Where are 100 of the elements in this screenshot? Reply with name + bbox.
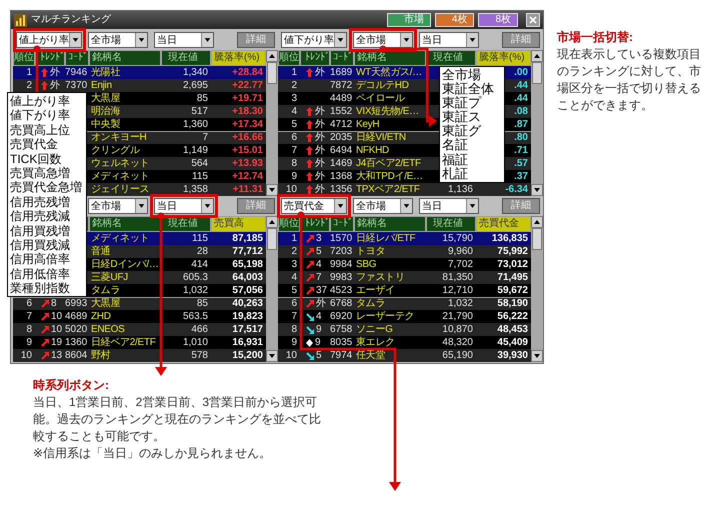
table-cell: 三菱UFJ	[91, 272, 128, 283]
column-header: 騰落率(%)	[479, 52, 525, 63]
table-row[interactable]: 10 外 1356 TPXベア2/ETF 1,136 -6.34	[278, 183, 531, 196]
trend-label: 9	[315, 336, 321, 349]
table-cell: 5020	[65, 324, 88, 335]
dropdown[interactable]: 当日	[419, 32, 479, 48]
caret-icon	[466, 199, 478, 213]
scrollbar-thumb[interactable]	[267, 228, 277, 250]
dropdown[interactable]: 値上がり率	[16, 32, 82, 48]
scrollbar[interactable]	[531, 50, 543, 196]
table-cell: 4523	[330, 285, 352, 296]
table-cell: 87,185	[232, 233, 263, 244]
chart-icon	[14, 14, 27, 26]
dropdown[interactable]: 当日	[154, 198, 214, 214]
table-cell: 48,320	[442, 337, 473, 348]
dropdown[interactable]: 当日	[419, 198, 479, 214]
table-row[interactable]: 2 5 7203 トヨタ 9,960 75,992	[278, 245, 531, 258]
table-row[interactable]: 8 10 5020 ENEOS 466 17,517	[13, 323, 266, 336]
table-cell: .87	[514, 119, 528, 130]
table-row[interactable]: 10 5 7974 任天堂 65,190 39,930	[278, 349, 531, 362]
table-cell: 77,712	[232, 246, 263, 257]
dropdown[interactable]: 全市場	[353, 198, 413, 214]
table-row[interactable]: 2 外 7370 Enjin 2,695 +22.77	[13, 79, 266, 92]
table-row[interactable]: 6 外 6768 タムラ 1,032 58,190	[278, 297, 531, 310]
column-header: 順位	[279, 218, 299, 229]
trend-label: 10	[51, 310, 62, 323]
column-header: ﾄﾚﾝﾄﾞ	[40, 52, 65, 63]
dropdown[interactable]: 全市場	[88, 198, 148, 214]
column-header: ｺｰﾄﾞ	[333, 218, 353, 229]
scroll-down-icon	[533, 352, 541, 360]
dropdown[interactable]: 当日	[154, 32, 214, 48]
note-title: 市場一括切替:	[557, 29, 634, 46]
table-row[interactable]: 6 8 6993 大黒屋 85 40,263	[13, 297, 266, 310]
scrollbar[interactable]	[266, 50, 278, 196]
table-cell: 1,340	[182, 67, 208, 78]
table-cell: 21,790	[442, 311, 473, 322]
table-row[interactable]: 10 13 8604 野村 578 15,200	[13, 349, 266, 362]
trend-label: 19	[51, 336, 62, 349]
trend-label: 外	[50, 66, 60, 79]
table-cell: 28	[196, 246, 208, 257]
menu-item[interactable]: 信用売残減	[10, 209, 84, 224]
table-cell: 8	[291, 158, 297, 169]
table-row[interactable]: 8 9 6758 ソニーG 10,870 48,453	[278, 323, 531, 336]
scroll-down-icon	[533, 186, 541, 194]
table-cell: 75,992	[497, 246, 528, 257]
menu-item[interactable]: 信用売残増	[10, 194, 84, 210]
close-icon	[529, 16, 537, 24]
menu-item[interactable]: 売買代金急増	[10, 180, 84, 195]
scrollbar-thumb[interactable]	[267, 62, 277, 84]
table-cell: 2,695	[182, 80, 208, 91]
dropdown[interactable]: 値下がり率	[281, 32, 347, 48]
note-text: 当日、1営業日前、2営業日前、3営業日前から選択可能。過去のランキングと現在のランキングを並べて比較することも可能です。	[33, 394, 322, 445]
scroll-down-icon	[268, 352, 276, 360]
scrollbar[interactable]	[266, 216, 278, 362]
caret-icon	[334, 199, 346, 213]
table-cell: KeyH	[356, 119, 380, 130]
table-cell: .44	[514, 80, 528, 91]
table-cell: 58,190	[497, 298, 528, 309]
table-cell: 任天堂	[356, 350, 386, 361]
caret-icon	[201, 199, 213, 213]
table-cell: +18.30	[232, 106, 263, 117]
dropdown[interactable]: 全市場	[353, 32, 413, 48]
trend-label: 13	[51, 349, 62, 362]
scrollbar-thumb[interactable]	[532, 62, 542, 84]
menu-item[interactable]: 業種別指数	[10, 281, 84, 296]
table-cell: 7	[26, 311, 32, 322]
window-button[interactable]: 8枚	[478, 13, 518, 27]
table-cell: 6758	[330, 324, 352, 335]
scrollbar-thumb[interactable]	[532, 228, 542, 250]
table-cell: 15,790	[442, 233, 473, 244]
note-text: 現在表示している複数項目のランキングに対して、市場区分を一括で切り替えることができます。	[557, 46, 702, 114]
close-button[interactable]	[526, 13, 540, 27]
table-cell: デコルテHD	[356, 80, 409, 91]
table-cell: エーザイ	[356, 285, 395, 296]
table-cell: 56,222	[497, 311, 528, 322]
table-cell: 6	[26, 298, 32, 309]
table-cell: 1356	[330, 184, 352, 195]
column-header: ﾄﾚﾝﾄﾞ	[305, 218, 330, 229]
window-button[interactable]: 市場	[386, 13, 431, 27]
table-cell: 115	[192, 233, 208, 244]
table-row[interactable]: 1 外 7946 光陽社 1,340 +28.84	[13, 66, 266, 79]
column-header: 銘柄名	[92, 218, 122, 229]
scrollbar[interactable]	[531, 216, 543, 362]
trend-label: 外	[315, 183, 325, 196]
dropdown[interactable]: 全市場	[88, 32, 148, 48]
table-cell: 7	[291, 311, 297, 322]
table-row[interactable]: 1 3 1570 日経レバ/ETF 15,790 136,835	[278, 232, 531, 245]
table-cell: 野村	[91, 350, 110, 361]
dropdown[interactable]: 売買代金	[281, 198, 347, 214]
column-header: 現在値	[433, 52, 463, 63]
table-cell: 9,960	[448, 246, 473, 257]
table-cell: 85	[196, 298, 208, 309]
table-cell: 40,263	[232, 298, 263, 309]
table-cell: 115	[192, 171, 208, 182]
table-cell: 10	[286, 184, 297, 195]
table-cell: タムラ	[356, 298, 386, 309]
table-cell: .00	[514, 67, 528, 78]
table-row[interactable]: 4 7 9983 ファストリ 81,350 71,495	[278, 271, 531, 284]
table-cell: 1368	[330, 171, 352, 182]
table-cell: 17,517	[232, 324, 263, 335]
